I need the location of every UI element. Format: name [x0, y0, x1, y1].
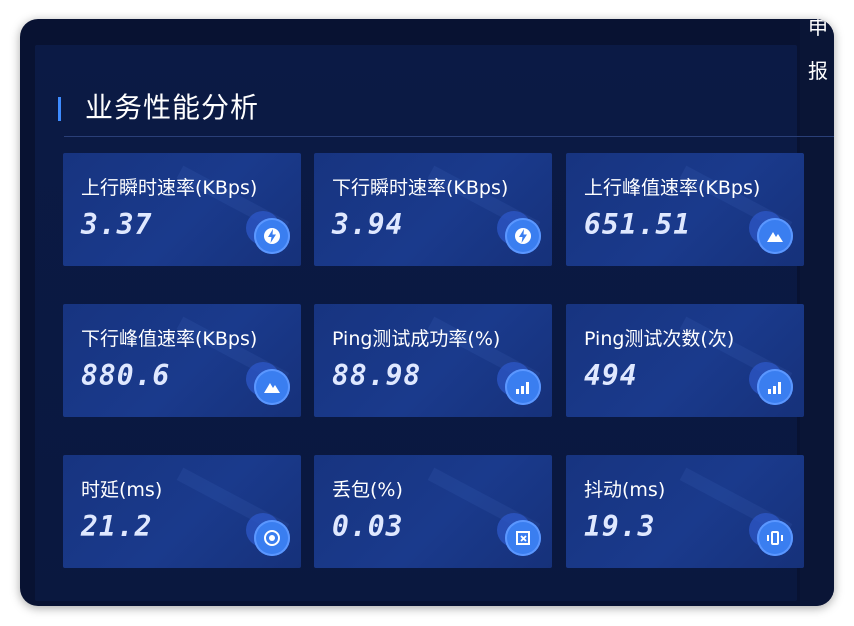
metric-card-download-peak: 下行峰值速率(KBps) 880.6 [63, 304, 301, 417]
metric-card-upload-instant: 上行瞬时速率(KBps) 3.37 [63, 153, 301, 266]
side-strip [800, 19, 834, 606]
metric-label: Ping测试成功率(%) [332, 328, 501, 350]
lightning-icon [246, 211, 292, 257]
metric-label: Ping测试次数(次) [584, 328, 735, 350]
packet-loss-icon [497, 513, 543, 559]
metric-value: 651.51 [584, 208, 692, 241]
metric-label: 上行瞬时速率(KBps) [81, 177, 258, 199]
metric-label: 时延(ms) [81, 479, 163, 501]
metric-card-upload-peak: 上行峰值速率(KBps) 651.51 [566, 153, 804, 266]
side-label-2: 报 [808, 59, 828, 83]
mountain-icon [246, 362, 292, 408]
panel-title: 业务性能分析 [85, 91, 260, 124]
metric-value: 880.6 [81, 359, 171, 392]
metric-value: 88.98 [332, 359, 422, 392]
title-divider [64, 136, 834, 137]
lightning-icon [497, 211, 543, 257]
side-label-1: 申 [808, 19, 828, 39]
metric-card-latency: 时延(ms) 21.2 [63, 455, 301, 568]
metric-value: 0.03 [332, 510, 404, 543]
signal-bars-icon [497, 362, 543, 408]
metric-label: 下行瞬时速率(KBps) [332, 177, 509, 199]
mountain-icon [749, 211, 795, 257]
clock-icon [246, 513, 292, 559]
signal-bars-icon [749, 362, 795, 408]
metric-card-packet-loss: 丢包(%) 0.03 [314, 455, 552, 568]
metric-value: 494 [584, 359, 638, 392]
metric-label: 抖动(ms) [584, 479, 666, 501]
metric-card-download-instant: 下行瞬时速率(KBps) 3.94 [314, 153, 552, 266]
metric-card-jitter: 抖动(ms) 19.3 [566, 455, 804, 568]
metric-value: 21.2 [81, 510, 153, 543]
metric-label: 丢包(%) [332, 479, 403, 501]
metric-value: 19.3 [584, 510, 656, 543]
metric-value: 3.94 [332, 208, 404, 241]
metric-label: 下行峰值速率(KBps) [81, 328, 258, 350]
dashboard-window: 申 报 业务性能分析 上行瞬时速率(KBps) 3.37 下行瞬时速率(KBps… [20, 19, 834, 606]
metric-label: 上行峰值速率(KBps) [584, 177, 761, 199]
metric-value: 3.37 [81, 208, 153, 241]
metric-card-ping-success: Ping测试成功率(%) 88.98 [314, 304, 552, 417]
performance-panel: 业务性能分析 上行瞬时速率(KBps) 3.37 下行瞬时速率(KBps) 3.… [35, 45, 834, 601]
vibrate-icon [749, 513, 795, 559]
title-accent-bar [58, 97, 61, 121]
metric-card-ping-count: Ping测试次数(次) 494 [566, 304, 804, 417]
